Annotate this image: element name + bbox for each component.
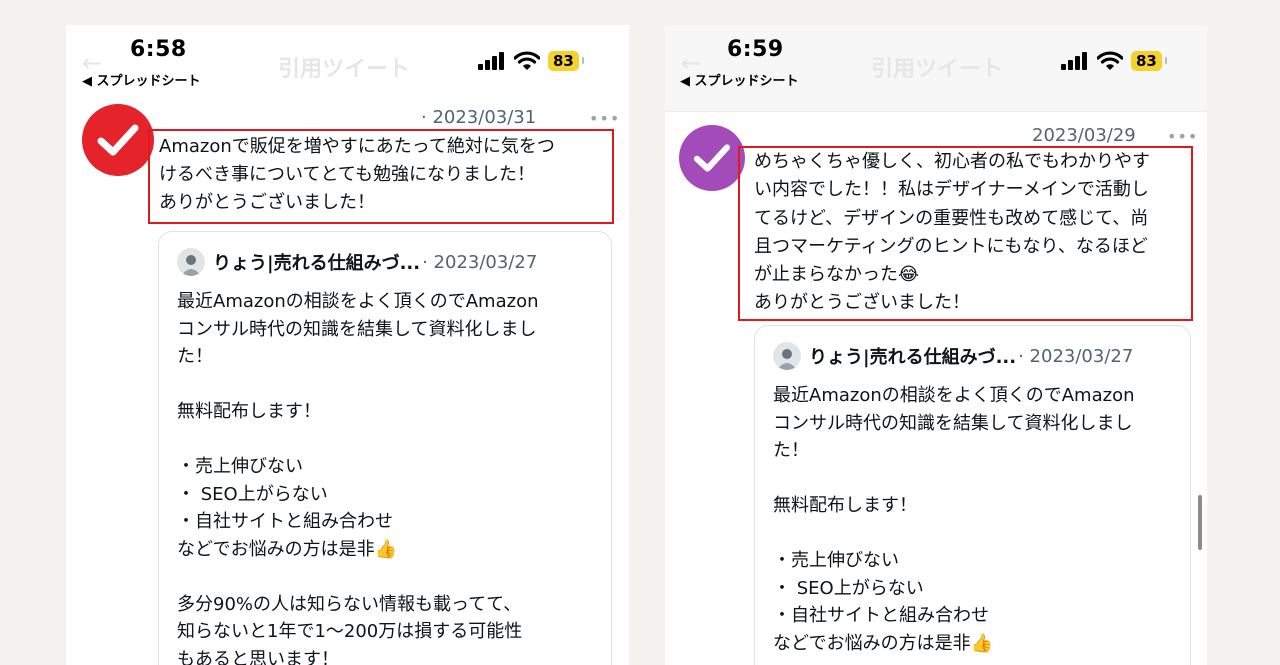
quoted-tweet-header: りょう|売れる仕組みづ... · 2023/03/27 xyxy=(773,342,1133,370)
quoted-tweet-card[interactable]: りょう|売れる仕組みづ... · 2023/03/27 最近Amazonの相談を… xyxy=(158,231,612,665)
screenshot-right: ← 引用ツイート 6:59 ◀ スプレッドシート 83 2023/03/29 •… xyxy=(665,25,1207,665)
check-badge-icon xyxy=(679,125,745,191)
quoted-tweet-text: 最近Amazonの相談をよく頂くのでAmazon コンサル時代の知識を結集して資… xyxy=(177,291,539,665)
wifi-icon xyxy=(1097,51,1123,70)
wifi-icon xyxy=(514,51,540,70)
tweet-text: めちゃくちゃ優しく、初心者の私でもわかりやす い内容でした！！私はデザイナーメイ… xyxy=(754,151,1150,314)
quoted-author-name: りょう|売れる仕組みづ... xyxy=(213,253,421,274)
check-badge-icon xyxy=(82,104,154,176)
status-bar: ← 引用ツイート 6:58 ◀ スプレッドシート 83 xyxy=(66,25,629,103)
quoted-author-name: りょう|売れる仕組みづ... xyxy=(809,347,1017,368)
screenshot-left: ← 引用ツイート 6:58 ◀ スプレッドシート 83 · 2023/03/31… xyxy=(66,25,629,665)
screen-title: 引用ツイート xyxy=(278,57,411,82)
status-time: 6:59 xyxy=(727,37,784,62)
cellular-signal-icon xyxy=(478,52,504,70)
status-icons: 83 xyxy=(1061,51,1167,71)
cellular-signal-icon xyxy=(1061,52,1087,70)
battery-indicator: 83 xyxy=(1131,51,1167,71)
back-to-app-link[interactable]: ◀ スプレッドシート xyxy=(82,70,201,89)
more-options-icon[interactable]: ••• xyxy=(1167,127,1198,146)
battery-indicator: 83 xyxy=(548,51,584,71)
tweet-date: · 2023/03/31 xyxy=(421,107,537,128)
quoted-tweet-card[interactable]: りょう|売れる仕組みづ... · 2023/03/27 最近Amazonの相談を… xyxy=(754,325,1191,665)
avatar xyxy=(177,248,205,276)
quoted-tweet-date: · 2023/03/27 xyxy=(422,251,538,273)
status-icons: 83 xyxy=(478,51,584,71)
more-options-icon[interactable]: ••• xyxy=(589,109,620,128)
quoted-tweet-date: · 2023/03/27 xyxy=(1018,345,1134,367)
tweet-date: 2023/03/29 xyxy=(1032,125,1136,146)
scrollbar[interactable] xyxy=(1198,495,1202,550)
back-to-app-link[interactable]: ◀ スプレッドシート xyxy=(680,70,799,89)
status-bar: ← 引用ツイート 6:59 ◀ スプレッドシート 83 xyxy=(665,25,1207,112)
status-time: 6:58 xyxy=(130,37,187,62)
quoted-tweet-text: 最近Amazonの相談をよく頂くのでAmazon コンサル時代の知識を結集して資… xyxy=(773,385,1135,654)
screen-title: 引用ツイート xyxy=(871,57,1004,82)
avatar xyxy=(773,342,801,370)
quoted-tweet-header: りょう|売れる仕組みづ... · 2023/03/27 xyxy=(177,248,537,276)
tweet-text: Amazonで販促を増やすにあたって絶対に気をつ けるべき事についてとても勉強に… xyxy=(159,136,555,213)
